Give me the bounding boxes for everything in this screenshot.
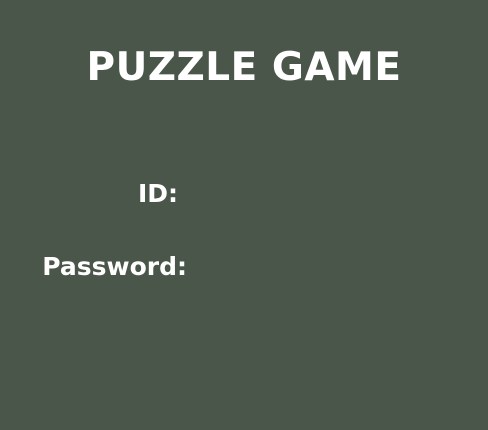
page-title: PUZZLE GAME	[86, 45, 402, 90]
password-label: Password:	[42, 252, 187, 281]
id-input[interactable]	[190, 178, 440, 210]
id-label: ID:	[137, 179, 178, 208]
password-input[interactable]	[196, 251, 440, 283]
